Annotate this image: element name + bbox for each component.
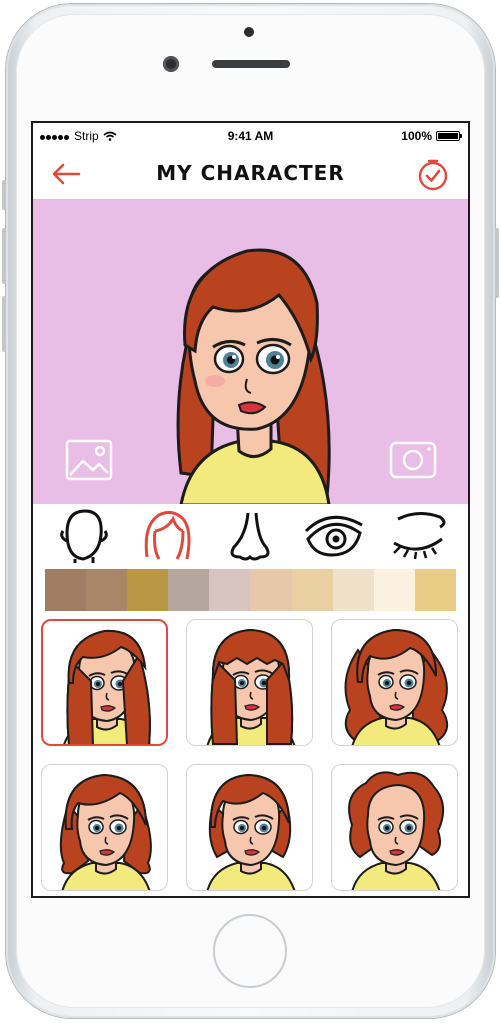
page-title: MY CHARACTER xyxy=(156,161,345,185)
tab-eyelashes[interactable] xyxy=(387,508,449,564)
hair-option-short-curly[interactable] xyxy=(331,764,458,891)
hair-style-thumbnail xyxy=(344,628,449,745)
hair-style-thumbnail xyxy=(206,628,296,745)
color-swatch[interactable] xyxy=(250,569,292,611)
color-swatch[interactable] xyxy=(291,569,333,611)
closed-eye-icon xyxy=(393,512,446,560)
image-icon[interactable] xyxy=(65,439,113,481)
hair-style-thumbnail xyxy=(348,771,445,890)
character-preview xyxy=(33,199,468,504)
proximity-sensor xyxy=(244,27,254,37)
color-swatch[interactable] xyxy=(332,569,374,611)
color-swatch[interactable] xyxy=(86,569,128,611)
hair-style-thumbnail xyxy=(63,629,151,744)
eye-icon xyxy=(305,515,364,557)
status-bar: Strip 9:41 AM 100% xyxy=(33,123,468,149)
power-button xyxy=(495,228,499,298)
color-swatch[interactable] xyxy=(45,569,87,611)
earpiece-speaker xyxy=(212,60,290,68)
hair-style-thumbnail xyxy=(206,773,296,890)
home-button[interactable] xyxy=(213,914,287,988)
nav-bar: MY CHARACTER xyxy=(33,149,468,199)
hair-icon xyxy=(144,510,191,560)
feature-tabs xyxy=(33,504,468,568)
front-camera xyxy=(163,56,179,72)
hair-option-long-wavy[interactable] xyxy=(331,619,458,746)
tab-nose[interactable] xyxy=(219,508,281,564)
app-screen: Strip 9:41 AM 100% MY CHARACTER xyxy=(31,121,470,898)
color-swatch[interactable] xyxy=(373,569,415,611)
color-swatch[interactable] xyxy=(209,569,251,611)
hair-option-long-side-part[interactable] xyxy=(41,619,168,746)
tab-eyes[interactable] xyxy=(303,508,365,564)
camera-icon[interactable] xyxy=(389,439,437,481)
character-avatar xyxy=(176,248,331,504)
mute-switch xyxy=(2,180,6,210)
color-swatch[interactable] xyxy=(168,569,210,611)
checkmark-circle-icon[interactable] xyxy=(416,156,450,192)
volume-down-button xyxy=(2,296,6,352)
battery-icon xyxy=(436,131,462,141)
tab-hair[interactable] xyxy=(136,508,198,564)
color-palette xyxy=(45,569,456,611)
hair-option-long-bangs[interactable] xyxy=(186,619,313,746)
hair-option-shoulder-flip[interactable] xyxy=(41,764,168,891)
head-outline-icon xyxy=(60,509,108,563)
hair-style-thumbnail xyxy=(59,773,152,890)
battery-percent: 100% xyxy=(401,129,432,143)
color-swatch[interactable] xyxy=(414,569,456,611)
hair-option-bob[interactable] xyxy=(186,764,313,891)
nose-icon xyxy=(231,512,270,561)
volume-up-button xyxy=(2,228,6,284)
color-swatch[interactable] xyxy=(127,569,169,611)
tab-face-shape[interactable] xyxy=(52,508,114,564)
